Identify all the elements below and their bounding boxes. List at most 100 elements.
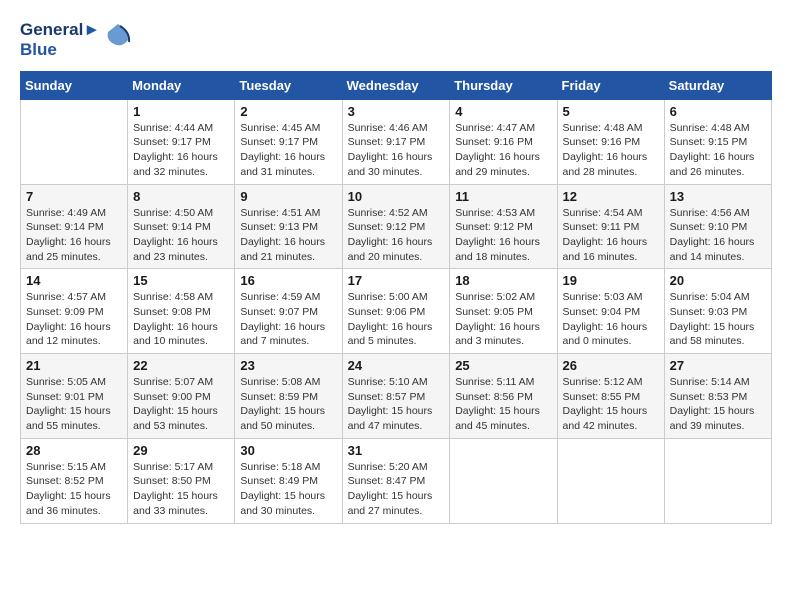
calendar-cell: 19 Sunrise: 5:03 AMSunset: 9:04 PMDayligh… — [557, 269, 664, 354]
calendar-cell: 7Sunrise: 4:49 AMSunset: 9:14 PMDaylight… — [21, 184, 128, 269]
day-info: Sunrise: 5:17 AMSunset: 8:50 PMDaylight:… — [133, 460, 229, 519]
column-header-wednesday: Wednesday — [342, 71, 450, 99]
day-info: Sunrise: 5:11 AMSunset: 8:56 PMDaylight:… — [455, 375, 551, 434]
day-number: 25 — [455, 358, 551, 373]
calendar-cell: 2Sunrise: 4:45 AMSunset: 9:17 PMDaylight… — [235, 99, 342, 184]
page-header: General► Blue — [20, 20, 772, 61]
calendar-header-row: SundayMondayTuesdayWednesdayThursdayFrid… — [21, 71, 772, 99]
calendar-cell — [664, 438, 771, 523]
day-number: 3 — [348, 104, 445, 119]
calendar-week-row: 28 Sunrise: 5:15 AMSunset: 8:52 PMDayligh… — [21, 438, 772, 523]
column-header-friday: Friday — [557, 71, 664, 99]
day-info: Sunrise: 4:48 AMSunset: 9:15 PMDaylight:… — [670, 121, 766, 180]
calendar-cell — [450, 438, 557, 523]
calendar-cell: 6 Sunrise: 4:48 AMSunset: 9:15 PMDaylight… — [664, 99, 771, 184]
day-number: 9 — [240, 189, 336, 204]
calendar-week-row: 1Sunrise: 4:44 AMSunset: 9:17 PMDaylight… — [21, 99, 772, 184]
day-number: 10 — [348, 189, 445, 204]
day-number: 18 — [455, 273, 551, 288]
calendar-cell: 27 Sunrise: 5:14 AMSunset: 8:53 PMDayligh… — [664, 354, 771, 439]
day-number: 4 — [455, 104, 551, 119]
day-number: 5 — [563, 104, 659, 119]
calendar-cell: 3Sunrise: 4:46 AMSunset: 9:17 PMDaylight… — [342, 99, 450, 184]
day-info: Sunrise: 5:10 AMSunset: 8:57 PMDaylight:… — [348, 375, 445, 434]
calendar-week-row: 7Sunrise: 4:49 AMSunset: 9:14 PMDaylight… — [21, 184, 772, 269]
day-info: Sunrise: 4:58 AMSunset: 9:08 PMDaylight:… — [133, 290, 229, 349]
calendar-cell: 16 Sunrise: 4:59 AMSunset: 9:07 PMDayligh… — [235, 269, 342, 354]
day-info: Sunrise: 5:05 AMSunset: 9:01 PMDaylight:… — [26, 375, 122, 434]
calendar-week-row: 21Sunrise: 5:05 AMSunset: 9:01 PMDayligh… — [21, 354, 772, 439]
day-info: Sunrise: 5:18 AMSunset: 8:49 PMDaylight:… — [240, 460, 336, 519]
day-number: 28 — [26, 443, 122, 458]
column-header-tuesday: Tuesday — [235, 71, 342, 99]
day-info: Sunrise: 5:03 AMSunset: 9:04 PMDaylight:… — [563, 290, 659, 349]
day-number: 7 — [26, 189, 122, 204]
calendar-cell: 5 Sunrise: 4:48 AMSunset: 9:16 PMDaylight… — [557, 99, 664, 184]
calendar-cell: 31 Sunrise: 5:20 AMSunset: 8:47 PMDayligh… — [342, 438, 450, 523]
calendar-cell: 12 Sunrise: 4:54 AMSunset: 9:11 PMDayligh… — [557, 184, 664, 269]
day-number: 26 — [563, 358, 659, 373]
day-number: 1 — [133, 104, 229, 119]
day-info: Sunrise: 4:59 AMSunset: 9:07 PMDaylight:… — [240, 290, 336, 349]
day-info: Sunrise: 4:52 AMSunset: 9:12 PMDaylight:… — [348, 206, 445, 265]
day-info: Sunrise: 5:14 AMSunset: 8:53 PMDaylight:… — [670, 375, 766, 434]
day-number: 22 — [133, 358, 229, 373]
day-number: 16 — [240, 273, 336, 288]
day-number: 20 — [670, 273, 766, 288]
calendar-cell: 15 Sunrise: 4:58 AMSunset: 9:08 PMDayligh… — [128, 269, 235, 354]
calendar-cell: 28 Sunrise: 5:15 AMSunset: 8:52 PMDayligh… — [21, 438, 128, 523]
day-number: 29 — [133, 443, 229, 458]
day-info: Sunrise: 5:15 AMSunset: 8:52 PMDaylight:… — [26, 460, 122, 519]
day-info: Sunrise: 5:12 AMSunset: 8:55 PMDaylight:… — [563, 375, 659, 434]
day-info: Sunrise: 4:45 AMSunset: 9:17 PMDaylight:… — [240, 121, 336, 180]
logo: General► Blue — [20, 20, 134, 61]
column-header-saturday: Saturday — [664, 71, 771, 99]
day-info: Sunrise: 5:00 AMSunset: 9:06 PMDaylight:… — [348, 290, 445, 349]
day-info: Sunrise: 5:20 AMSunset: 8:47 PMDaylight:… — [348, 460, 445, 519]
day-number: 12 — [563, 189, 659, 204]
calendar-cell: 30 Sunrise: 5:18 AMSunset: 8:49 PMDayligh… — [235, 438, 342, 523]
logo-text: General► Blue — [20, 20, 100, 61]
day-number: 30 — [240, 443, 336, 458]
day-info: Sunrise: 4:50 AMSunset: 9:14 PMDaylight:… — [133, 206, 229, 265]
calendar-cell: 13Sunrise: 4:56 AMSunset: 9:10 PMDayligh… — [664, 184, 771, 269]
calendar-cell: 17Sunrise: 5:00 AMSunset: 9:06 PMDayligh… — [342, 269, 450, 354]
column-header-thursday: Thursday — [450, 71, 557, 99]
day-number: 11 — [455, 189, 551, 204]
column-header-monday: Monday — [128, 71, 235, 99]
calendar-week-row: 14Sunrise: 4:57 AMSunset: 9:09 PMDayligh… — [21, 269, 772, 354]
day-number: 19 — [563, 273, 659, 288]
calendar-cell: 21Sunrise: 5:05 AMSunset: 9:01 PMDayligh… — [21, 354, 128, 439]
day-info: Sunrise: 4:47 AMSunset: 9:16 PMDaylight:… — [455, 121, 551, 180]
calendar-cell: 20Sunrise: 5:04 AMSunset: 9:03 PMDayligh… — [664, 269, 771, 354]
day-info: Sunrise: 5:02 AMSunset: 9:05 PMDaylight:… — [455, 290, 551, 349]
calendar-table: SundayMondayTuesdayWednesdayThursdayFrid… — [20, 71, 772, 524]
column-header-sunday: Sunday — [21, 71, 128, 99]
day-info: Sunrise: 4:51 AMSunset: 9:13 PMDaylight:… — [240, 206, 336, 265]
day-info: Sunrise: 4:54 AMSunset: 9:11 PMDaylight:… — [563, 206, 659, 265]
calendar-cell — [557, 438, 664, 523]
day-info: Sunrise: 4:53 AMSunset: 9:12 PMDaylight:… — [455, 206, 551, 265]
calendar-cell: 10 Sunrise: 4:52 AMSunset: 9:12 PMDayligh… — [342, 184, 450, 269]
calendar-cell: 11 Sunrise: 4:53 AMSunset: 9:12 PMDayligh… — [450, 184, 557, 269]
calendar-cell: 1Sunrise: 4:44 AMSunset: 9:17 PMDaylight… — [128, 99, 235, 184]
day-number: 14 — [26, 273, 122, 288]
calendar-cell — [21, 99, 128, 184]
day-info: Sunrise: 5:07 AMSunset: 9:00 PMDaylight:… — [133, 375, 229, 434]
calendar-cell: 25 Sunrise: 5:11 AMSunset: 8:56 PMDayligh… — [450, 354, 557, 439]
calendar-cell: 14Sunrise: 4:57 AMSunset: 9:09 PMDayligh… — [21, 269, 128, 354]
calendar-cell: 18 Sunrise: 5:02 AMSunset: 9:05 PMDayligh… — [450, 269, 557, 354]
day-info: Sunrise: 4:48 AMSunset: 9:16 PMDaylight:… — [563, 121, 659, 180]
calendar-cell: 22 Sunrise: 5:07 AMSunset: 9:00 PMDayligh… — [128, 354, 235, 439]
day-number: 6 — [670, 104, 766, 119]
day-number: 31 — [348, 443, 445, 458]
day-number: 23 — [240, 358, 336, 373]
day-number: 8 — [133, 189, 229, 204]
day-number: 15 — [133, 273, 229, 288]
day-info: Sunrise: 4:56 AMSunset: 9:10 PMDaylight:… — [670, 206, 766, 265]
day-number: 27 — [670, 358, 766, 373]
calendar-cell: 23Sunrise: 5:08 AMSunset: 8:59 PMDayligh… — [235, 354, 342, 439]
calendar-cell: 24Sunrise: 5:10 AMSunset: 8:57 PMDayligh… — [342, 354, 450, 439]
logo-icon — [102, 20, 134, 52]
calendar-cell: 4 Sunrise: 4:47 AMSunset: 9:16 PMDaylight… — [450, 99, 557, 184]
